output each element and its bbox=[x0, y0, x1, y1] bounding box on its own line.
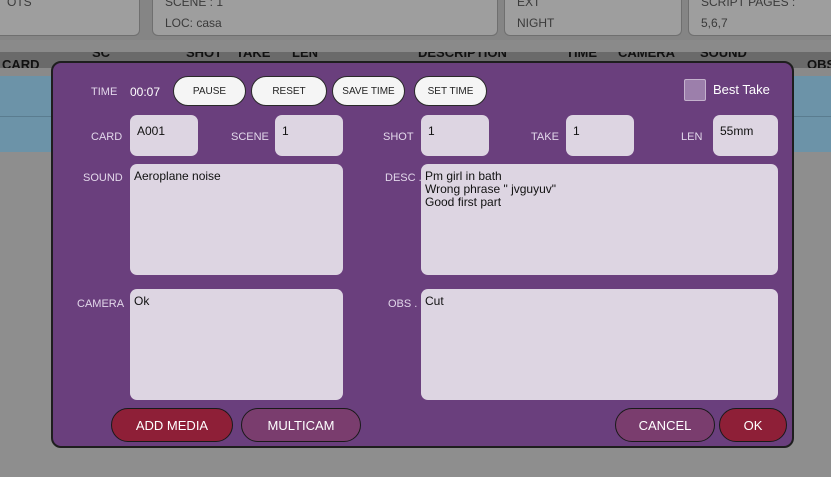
shot-field[interactable]: 1 bbox=[421, 115, 489, 156]
column-header-sc[interactable]: SC bbox=[92, 52, 110, 61]
header-cell-1: OTS bbox=[0, 0, 140, 36]
save-time-button[interactable]: SAVE TIME bbox=[332, 76, 405, 106]
header-strip: OTS SCENE : 1 LOC: casa EXT NIGHT SCRIPT… bbox=[0, 0, 831, 40]
best-take-checkbox[interactable] bbox=[684, 79, 706, 101]
scene-label: SCENE bbox=[231, 131, 269, 143]
observations-field[interactable]: Cut bbox=[421, 289, 778, 400]
camera-label: CAMERA bbox=[77, 298, 125, 310]
header-cell-time: EXT NIGHT bbox=[504, 0, 682, 36]
len-label: LEN bbox=[681, 131, 703, 143]
column-header-take[interactable]: TAKE bbox=[236, 52, 270, 61]
multicam-button[interactable]: MULTICAM bbox=[241, 408, 361, 442]
add-media-button[interactable]: ADD MEDIA bbox=[111, 408, 233, 442]
take-field[interactable]: 1 bbox=[566, 115, 634, 156]
header-scene-text: SCENE : 1 bbox=[165, 0, 224, 9]
column-header-description[interactable]: DESCRIPTION bbox=[418, 52, 507, 61]
reset-button[interactable]: RESET bbox=[251, 76, 327, 106]
pause-button[interactable]: PAUSE bbox=[173, 76, 246, 106]
best-take-label[interactable]: Best Take bbox=[713, 83, 770, 97]
header-cell-pages: SCRIPT PAGES : 5,6,7 bbox=[688, 0, 831, 36]
ok-button[interactable]: OK bbox=[719, 408, 787, 442]
header-cell-1-text: OTS bbox=[7, 0, 32, 9]
sound-field[interactable]: Aeroplane noise bbox=[130, 164, 343, 275]
header-pages-label: SCRIPT PAGES : bbox=[701, 0, 796, 9]
header-cell-scene: SCENE : 1 LOC: casa bbox=[152, 0, 498, 36]
card-field[interactable]: A001 bbox=[130, 115, 198, 156]
header-int-ext-text: EXT bbox=[517, 0, 541, 9]
desc-label: DESC . bbox=[385, 172, 422, 184]
column-header-obs[interactable]: OBS bbox=[807, 57, 831, 68]
set-time-button[interactable]: SET TIME bbox=[414, 76, 487, 106]
sound-label: SOUND bbox=[83, 172, 123, 184]
column-header-sound[interactable]: SOUND bbox=[700, 52, 747, 61]
description-field[interactable]: Pm girl in bath Wrong phrase " jvguyuv" … bbox=[421, 164, 778, 275]
column-header-camera[interactable]: CAMERA bbox=[618, 52, 675, 61]
time-value: 00:07 bbox=[130, 85, 161, 99]
obs-label: OBS . bbox=[388, 298, 418, 310]
header-daytime-text: NIGHT bbox=[517, 16, 555, 30]
column-header-len[interactable]: LEN bbox=[292, 52, 318, 61]
header-pages-value: 5,6,7 bbox=[701, 16, 728, 30]
take-edit-dialog: TIME 00:07 PAUSE RESET SAVE TIME SET TIM… bbox=[51, 61, 794, 448]
time-label: TIME bbox=[91, 86, 118, 98]
camera-field[interactable]: Ok bbox=[130, 289, 343, 400]
header-location-text: LOC: casa bbox=[165, 16, 222, 30]
column-header-card[interactable]: CARD bbox=[2, 57, 40, 68]
take-label: TAKE bbox=[531, 131, 559, 143]
card-label: CARD bbox=[91, 131, 123, 143]
column-header-shot[interactable]: SHOT bbox=[186, 52, 222, 61]
cancel-button[interactable]: CANCEL bbox=[615, 408, 715, 442]
len-field[interactable]: 55mm bbox=[713, 115, 778, 156]
shot-label: SHOT bbox=[383, 131, 414, 143]
column-header-time[interactable]: TIME bbox=[566, 52, 597, 61]
scene-field[interactable]: 1 bbox=[275, 115, 343, 156]
